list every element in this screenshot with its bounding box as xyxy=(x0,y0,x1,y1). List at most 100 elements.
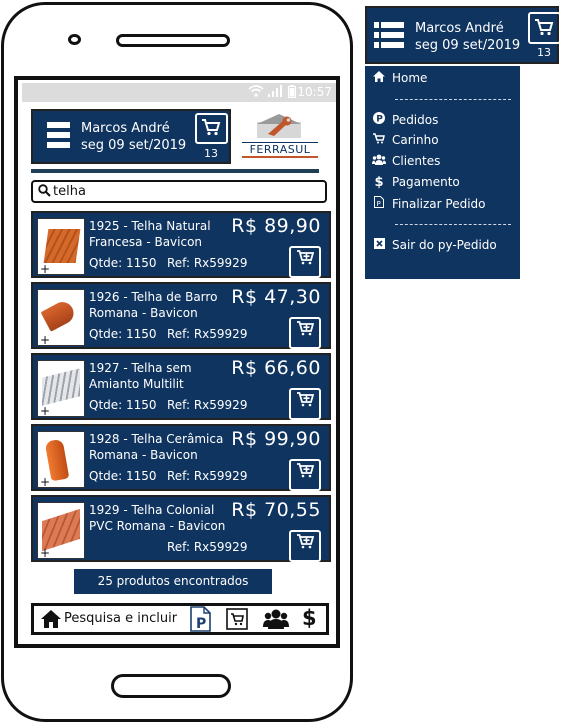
cart-icon xyxy=(534,18,554,40)
cart-plus-icon xyxy=(296,463,315,482)
cart-plus-icon xyxy=(296,321,315,340)
product-card[interactable]: + 1927 - Telha sem Amianto Multilit R$ 6… xyxy=(31,353,331,420)
add-to-cart-button[interactable] xyxy=(289,530,321,562)
cart-button[interactable] xyxy=(528,12,561,44)
logo-text: FERRASUL xyxy=(242,142,318,158)
ferrasul-logo: FERRASUL xyxy=(240,112,324,158)
current-date: seg 09 set/2019 xyxy=(81,138,187,153)
product-qtde: Qtde: 1150 xyxy=(89,256,157,270)
menu-item-finalizar-pedido[interactable]: P Finalizar Pedido xyxy=(372,196,486,211)
results-count: 25 produtos encontrados xyxy=(74,569,272,594)
product-title: 1928 - Telha Cerâmica Romana - Bavicon xyxy=(89,432,224,462)
add-to-cart-button[interactable] xyxy=(289,388,321,420)
user-name: Marcos André xyxy=(81,121,170,136)
product-card[interactable]: + 1929 - Telha Colonial PVC Romana - Bav… xyxy=(31,495,331,562)
cart-icon[interactable] xyxy=(226,608,248,634)
users-icon[interactable] xyxy=(263,608,289,634)
app-header: Marcos André seg 09 set/2019 13 xyxy=(31,109,231,164)
menu-item-label: Sair do py-Pedido xyxy=(392,238,497,252)
side-menu-header: Marcos André seg 09 set/2019 13 xyxy=(365,6,561,64)
product-qtde: Qtde: 1150 xyxy=(89,398,157,412)
menu-item-label: Carinho xyxy=(392,133,439,147)
product-price: R$ 89,90 xyxy=(231,215,321,237)
menu-separator xyxy=(395,99,511,100)
product-image[interactable]: + xyxy=(37,289,85,347)
cart-count: 13 xyxy=(204,147,218,160)
search-icon xyxy=(38,184,51,201)
add-to-cart-button[interactable] xyxy=(289,459,321,491)
close-box-icon xyxy=(372,238,386,252)
home-button[interactable] xyxy=(111,674,231,698)
product-title: 1926 - Telha de Barro Romana - Bavicon xyxy=(89,290,218,320)
users-icon xyxy=(372,154,386,168)
cart-icon xyxy=(372,133,386,147)
dollar-icon[interactable]: $ xyxy=(302,606,317,630)
product-price: R$ 47,30 xyxy=(231,286,321,308)
svg-text:P: P xyxy=(196,616,206,632)
menu-item-label: Pedidos xyxy=(392,113,439,127)
add-to-cart-button[interactable] xyxy=(289,246,321,278)
cart-count: 13 xyxy=(537,46,551,59)
tile-image xyxy=(40,298,78,332)
home-icon[interactable] xyxy=(40,609,62,633)
menu-item-clientes[interactable]: Clientes xyxy=(372,154,440,168)
product-title: 1927 - Telha sem Amianto Multilit xyxy=(89,361,192,391)
dollar-icon: $ xyxy=(374,175,384,190)
search-input[interactable]: telha xyxy=(31,180,327,203)
p-circle-icon: P xyxy=(372,112,386,127)
status-time: 10:57 xyxy=(297,85,332,99)
product-card[interactable]: + 1926 - Telha de Barro Romana - Bavicon… xyxy=(31,282,331,349)
product-card[interactable]: + 1928 - Telha Cerâmica Romana - Bavicon… xyxy=(31,424,331,491)
tile-image xyxy=(42,368,80,406)
product-ref: Ref: Rx59929 xyxy=(167,327,248,341)
menu-item-label: Pagamento xyxy=(392,175,460,189)
product-card[interactable]: + 1925 - Telha Natural Francesa - Bavico… xyxy=(31,211,331,278)
product-image[interactable]: + xyxy=(37,360,85,418)
product-ref: Ref: Rx59929 xyxy=(167,540,248,554)
document-icon: P xyxy=(372,196,386,211)
plus-icon: + xyxy=(40,546,51,560)
product-image[interactable]: + xyxy=(37,431,85,489)
menu-item-sair[interactable]: Sair do py-Pedido xyxy=(372,238,497,252)
tile-image xyxy=(42,508,80,552)
product-price: R$ 66,60 xyxy=(231,357,321,379)
bottom-nav-bar: Pesquisa e incluir P $ xyxy=(31,603,329,635)
header-divider xyxy=(31,169,319,173)
menu-item-pagamento[interactable]: $ Pagamento xyxy=(372,175,460,190)
product-ref: Ref: Rx59929 xyxy=(167,398,248,412)
pedidos-document-icon[interactable]: P xyxy=(190,606,212,636)
menu-item-label: Home xyxy=(392,71,428,85)
tile-image xyxy=(43,229,81,263)
product-title: 1925 - Telha Natural Francesa - Bavicon xyxy=(89,219,211,249)
current-date: seg 09 set/2019 xyxy=(415,38,521,53)
product-image[interactable]: + xyxy=(37,502,85,560)
signal-icon xyxy=(268,85,282,100)
product-qtde: Qtde: 1150 xyxy=(89,327,157,341)
plus-icon: + xyxy=(40,475,51,489)
plus-icon: + xyxy=(40,262,51,276)
hamburger-menu-icon[interactable] xyxy=(40,122,72,152)
cart-icon xyxy=(201,118,221,140)
add-to-cart-button[interactable] xyxy=(289,317,321,349)
side-menu: Home P Pedidos Carinho Clientes $ Pagamen… xyxy=(365,66,520,279)
menu-item-carinho[interactable]: Carinho xyxy=(372,133,439,147)
hamburger-menu-icon[interactable] xyxy=(374,22,406,52)
product-ref: Ref: Rx59929 xyxy=(167,469,248,483)
product-image[interactable]: + xyxy=(37,218,85,276)
plus-icon: + xyxy=(40,333,51,347)
cart-plus-icon xyxy=(296,534,315,553)
search-include-label[interactable]: Pesquisa e incluir xyxy=(64,611,177,626)
home-icon xyxy=(372,71,386,85)
camera-icon xyxy=(68,34,81,45)
battery-icon xyxy=(288,85,296,101)
search-value: telha xyxy=(53,184,86,199)
menu-item-label: Clientes xyxy=(392,154,441,168)
product-price: R$ 70,55 xyxy=(231,499,321,521)
cart-plus-icon xyxy=(296,392,315,411)
menu-item-pedidos[interactable]: P Pedidos xyxy=(372,112,438,127)
cart-button[interactable] xyxy=(195,113,228,144)
product-ref: Ref: Rx59929 xyxy=(167,256,248,270)
svg-text:P: P xyxy=(377,200,381,208)
menu-item-home[interactable]: Home xyxy=(372,71,427,85)
speaker-slot xyxy=(116,34,230,47)
